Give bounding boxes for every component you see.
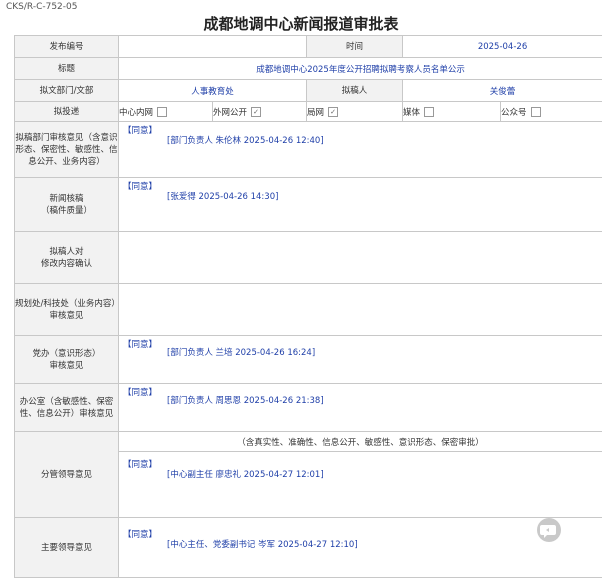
checkbox-intranet[interactable] <box>157 107 167 117</box>
publish-no-value <box>119 36 307 58</box>
party-label: 党办（意识形态） 审核意见 <box>15 336 119 384</box>
confirm-content[interactable] <box>119 232 602 284</box>
dept-value: 人事教育处 <box>119 80 307 102</box>
confirm-label: 拟稿人对 修改内容确认 <box>15 232 119 284</box>
main-content: 【同意】 [中心主任、党委副书记 岑军 2025-04-27 12:10] <box>119 518 602 578</box>
plan-content <box>119 284 602 336</box>
news-label: 新闻核稿 （稿件质量） <box>15 178 119 232</box>
chat-bubble-icon[interactable] <box>537 518 561 542</box>
drafter-label: 拟稿人 <box>307 80 403 102</box>
news-agree: 【同意】 <box>123 180 157 192</box>
channel-label: 拟投递 <box>15 102 119 122</box>
publish-no-label: 发布编号 <box>15 36 119 58</box>
checkbox-bureau-web[interactable]: ✓ <box>328 107 338 117</box>
channel-intranet[interactable]: 中心内网 <box>119 102 213 122</box>
table-row: 发布编号 时间 2025-04-26 <box>15 36 602 58</box>
plan-label-line2: 审核意见 <box>15 310 118 322</box>
plan-label: 规划处/科技处（业务内容） 审核意见 <box>15 284 119 336</box>
document-code: CKS/R-C-752-05 <box>6 2 77 12</box>
leader-label: 分管领导意见 <box>15 432 119 518</box>
office-content: 【同意】 [部门负责人 周思恩 2025-04-26 21:38] <box>119 384 602 432</box>
leader-note: （含真实性、准确性、信息公开、敏感性、意识形态、保密审批） <box>119 432 602 452</box>
news-label-line1: 新闻核稿 <box>15 193 118 205</box>
leader-sign: [中心副主任 廖忠礼 2025-04-27 12:01] <box>167 468 324 480</box>
dept-opinion-label: 拟稿部门审核意见（含意识形态、保密性、敏感性、信息公开、业务内容） <box>15 122 119 178</box>
party-label-line1: 党办（意识形态） <box>15 348 118 360</box>
table-row: 办公室（含敏感性、保密性、信息公开）审核意见 【同意】 [部门负责人 周思恩 2… <box>15 384 602 432</box>
table-row: 拟文部门/文部 人事教育处 拟稿人 关俊蕾 <box>15 80 602 102</box>
channel-media-label: 媒体 <box>403 108 420 118</box>
dept-opinion-sign: [部门负责人 朱伦林 2025-04-26 12:40] <box>167 134 324 146</box>
table-row: 分管领导意见 （含真实性、准确性、信息公开、敏感性、意识形态、保密审批） <box>15 432 602 452</box>
party-content: 【同意】 [部门负责人 兰培 2025-04-26 16:24] <box>119 336 602 384</box>
confirm-label-line2: 修改内容确认 <box>15 258 118 270</box>
table-row: 拟投递 中心内网 外网公开 ✓ 局网 ✓ 媒体 公众号 <box>15 102 602 122</box>
news-sign: [张爱得 2025-04-26 14:30] <box>167 190 278 202</box>
subject-value: 成都地调中心2025年度公开招聘拟聘考察人员名单公示 <box>119 58 602 80</box>
dept-opinion-agree: 【同意】 <box>123 124 157 136</box>
office-sign: [部门负责人 周思恩 2025-04-26 21:38] <box>167 394 324 406</box>
table-row: 主要领导意见 【同意】 [中心主任、党委副书记 岑军 2025-04-27 12… <box>15 518 602 578</box>
channel-wechat[interactable]: 公众号 <box>501 102 602 122</box>
drafter-value: 关俊蕾 <box>403 80 602 102</box>
main-sign: [中心主任、党委副书记 岑军 2025-04-27 12:10] <box>167 538 358 550</box>
leader-agree: 【同意】 <box>123 458 157 470</box>
table-row: 标题 成都地调中心2025年度公开招聘拟聘考察人员名单公示 <box>15 58 602 80</box>
dept-opinion-content: 【同意】 [部门负责人 朱伦林 2025-04-26 12:40] <box>119 122 602 178</box>
news-label-line2: （稿件质量） <box>15 205 118 217</box>
checkbox-wechat[interactable] <box>531 107 541 117</box>
plan-label-line1: 规划处/科技处（业务内容） <box>15 298 118 310</box>
channel-wechat-label: 公众号 <box>501 108 527 118</box>
channel-bureau-web-label: 局网 <box>307 108 324 118</box>
party-sign: [部门负责人 兰培 2025-04-26 16:24] <box>167 346 315 358</box>
checkbox-media[interactable] <box>424 107 434 117</box>
table-row: 新闻核稿 （稿件质量） 【同意】 [张爱得 2025-04-26 14:30] <box>15 178 602 232</box>
approval-form-table: 发布编号 时间 2025-04-26 标题 成都地调中心2025年度公开招聘拟聘… <box>14 35 602 578</box>
party-label-line2: 审核意见 <box>15 360 118 372</box>
channel-bureau-web[interactable]: 局网 ✓ <box>307 102 403 122</box>
subject-label: 标题 <box>15 58 119 80</box>
main-agree: 【同意】 <box>123 528 157 540</box>
table-row: 拟稿部门审核意见（含意识形态、保密性、敏感性、信息公开、业务内容） 【同意】 [… <box>15 122 602 178</box>
table-row: 拟稿人对 修改内容确认 <box>15 232 602 284</box>
checkbox-public-web[interactable]: ✓ <box>251 107 261 117</box>
leader-content: 【同意】 [中心副主任 廖忠礼 2025-04-27 12:01] <box>119 452 602 518</box>
page-title: 成都地调中心新闻报道审批表 <box>0 13 602 34</box>
confirm-label-line1: 拟稿人对 <box>15 246 118 258</box>
dept-label: 拟文部门/文部 <box>15 80 119 102</box>
party-agree: 【同意】 <box>123 338 157 350</box>
channel-public-web[interactable]: 外网公开 ✓ <box>213 102 307 122</box>
channel-media[interactable]: 媒体 <box>403 102 501 122</box>
channel-intranet-label: 中心内网 <box>119 108 153 118</box>
table-row: 规划处/科技处（业务内容） 审核意见 <box>15 284 602 336</box>
office-agree: 【同意】 <box>123 386 157 398</box>
channel-public-web-label: 外网公开 <box>213 108 247 118</box>
time-value: 2025-04-26 <box>403 36 602 58</box>
table-row: 党办（意识形态） 审核意见 【同意】 [部门负责人 兰培 2025-04-26 … <box>15 336 602 384</box>
news-content: 【同意】 [张爱得 2025-04-26 14:30] <box>119 178 602 232</box>
office-label: 办公室（含敏感性、保密性、信息公开）审核意见 <box>15 384 119 432</box>
main-label: 主要领导意见 <box>15 518 119 578</box>
time-label: 时间 <box>307 36 403 58</box>
